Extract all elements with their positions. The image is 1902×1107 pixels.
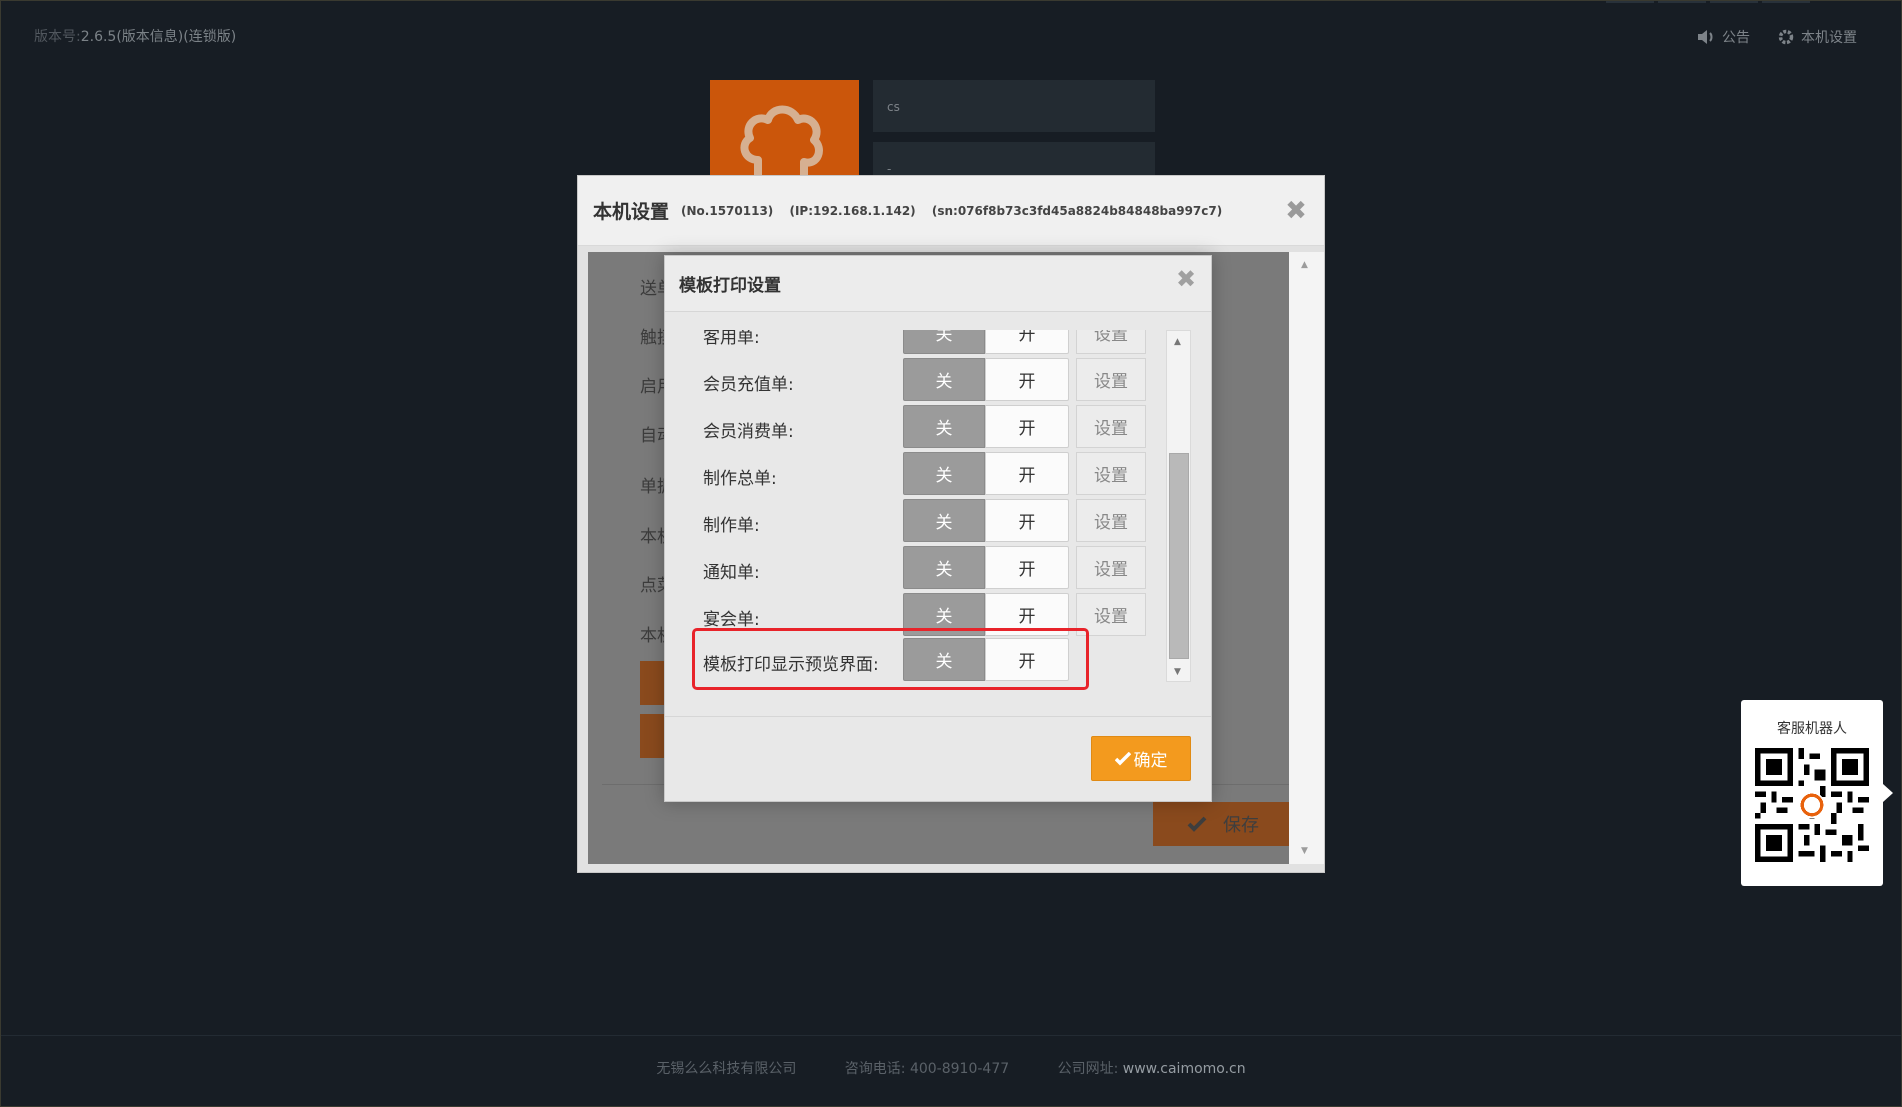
toggle-switch: 关 开 bbox=[903, 405, 1069, 448]
outer-scrollbar[interactable]: ▲ ▼ bbox=[1289, 252, 1324, 864]
device-ip: (IP:192.168.1.142) bbox=[789, 203, 916, 218]
website-info: 公司网址: www.caimomo.cn bbox=[1058, 1061, 1246, 1077]
footer-divider bbox=[0, 1035, 1902, 1036]
save-label: 保存 bbox=[1223, 815, 1259, 836]
toggle-on-button[interactable]: 开 bbox=[985, 330, 1069, 354]
toggle-on-button[interactable]: 开 bbox=[985, 499, 1069, 542]
qr-code-icon bbox=[1755, 748, 1869, 862]
device-no: (No.1570113) bbox=[681, 203, 774, 218]
row-label: 会员消费单: bbox=[703, 422, 794, 442]
toggle-on-button[interactable]: 开 bbox=[985, 405, 1069, 448]
dialog-header: 本机设置 (No.1570113) (IP:192.168.1.142) (sn… bbox=[578, 176, 1324, 246]
toggle-on-button[interactable]: 开 bbox=[985, 452, 1069, 495]
toggle-off-button[interactable]: 关 bbox=[903, 546, 985, 589]
row-label: 制作单: bbox=[703, 516, 760, 536]
footer: 无锡么么科技有限公司 咨询电话: 400-8910-477 公司网址: www.… bbox=[0, 1058, 1902, 1078]
toggle-off-button[interactable]: 关 bbox=[903, 330, 985, 354]
toggle-switch: 关 开 bbox=[903, 546, 1069, 589]
settings-button[interactable]: 设置 bbox=[1076, 405, 1146, 448]
row-label: 制作总单: bbox=[703, 469, 777, 489]
toggle-switch: 关 开 bbox=[903, 499, 1069, 542]
company-name: 无锡么么科技有限公司 bbox=[656, 1061, 797, 1077]
toggle-switch: 关 开 bbox=[903, 358, 1069, 401]
toggle-off-button[interactable]: 关 bbox=[903, 358, 985, 401]
list-item: 制作总单: 关 开 设置 bbox=[665, 452, 1165, 496]
settings-button[interactable]: 设置 bbox=[1076, 499, 1146, 542]
toggle-off-button[interactable]: 关 bbox=[903, 452, 985, 495]
save-button[interactable]: 保存 bbox=[1153, 802, 1290, 846]
toggle-on-button[interactable]: 开 bbox=[985, 546, 1069, 589]
scroll-thumb[interactable] bbox=[1169, 453, 1189, 659]
list-item: 会员充值单: 关 开 设置 bbox=[665, 358, 1165, 402]
toggle-on-button[interactable]: 开 bbox=[985, 358, 1069, 401]
confirm-label: 确定 bbox=[1133, 751, 1168, 771]
close-icon[interactable]: ✖ bbox=[1175, 267, 1197, 291]
service-caption: 客服机器人 bbox=[1777, 721, 1847, 737]
website-link[interactable]: www.caimomo.cn bbox=[1123, 1061, 1246, 1077]
dialog-title: 模板打印设置 bbox=[679, 276, 781, 296]
toggle-off-button[interactable]: 关 bbox=[903, 405, 985, 448]
phone-info: 咨询电话: 400-8910-477 bbox=[844, 1061, 1010, 1077]
annotation-highlight-box bbox=[692, 628, 1089, 690]
row-label: 会员充值单: bbox=[703, 375, 794, 395]
close-icon[interactable]: ✖ bbox=[1284, 198, 1308, 224]
list-item: 客用单: 关 开 设置 bbox=[665, 330, 1165, 355]
settings-button[interactable]: 设置 bbox=[1076, 546, 1146, 589]
settings-button[interactable]: 设置 bbox=[1076, 330, 1146, 354]
scroll-up-icon[interactable]: ▲ bbox=[1301, 260, 1308, 270]
settings-button[interactable]: 设置 bbox=[1076, 358, 1146, 401]
list-scrollbar[interactable]: ▲ ▼ bbox=[1166, 330, 1191, 682]
scroll-down-icon[interactable]: ▼ bbox=[1301, 846, 1308, 856]
confirm-button[interactable]: 确定 bbox=[1091, 736, 1191, 781]
check-icon bbox=[1114, 751, 1131, 765]
scroll-up-icon[interactable]: ▲ bbox=[1174, 337, 1181, 347]
settings-button[interactable]: 设置 bbox=[1076, 452, 1146, 495]
row-label: 通知单: bbox=[703, 563, 760, 583]
device-sn: (sn:076f8b73c3fd45a8824b84848ba997c7) bbox=[931, 203, 1223, 218]
toggle-switch: 关 开 bbox=[903, 330, 1069, 354]
website-label: 公司网址: bbox=[1057, 1061, 1119, 1077]
divider bbox=[665, 716, 1211, 717]
list-item: 通知单: 关 开 设置 bbox=[665, 546, 1165, 590]
dialog-header: 模板打印设置 bbox=[665, 256, 1211, 312]
row-label: 宴会单: bbox=[703, 610, 760, 630]
customer-service-card[interactable]: 客服机器人 bbox=[1741, 700, 1893, 886]
list-item: 制作单: 关 开 设置 bbox=[665, 499, 1165, 543]
list-item: 会员消费单: 关 开 设置 bbox=[665, 405, 1165, 449]
template-print-settings-dialog: 模板打印设置 ✖ 客用单: 关 开 设置 会员充值单: 关 开 设置 会员消费单… bbox=[664, 255, 1212, 802]
check-icon bbox=[1187, 816, 1207, 832]
scroll-down-icon[interactable]: ▼ bbox=[1174, 667, 1181, 677]
toggle-off-button[interactable]: 关 bbox=[903, 499, 985, 542]
device-meta: (No.1570113) (IP:192.168.1.142) (sn:076f… bbox=[681, 204, 1234, 218]
row-label: 客用单: bbox=[703, 330, 760, 348]
dialog-title: 本机设置 bbox=[593, 201, 670, 223]
toggle-switch: 关 开 bbox=[903, 452, 1069, 495]
